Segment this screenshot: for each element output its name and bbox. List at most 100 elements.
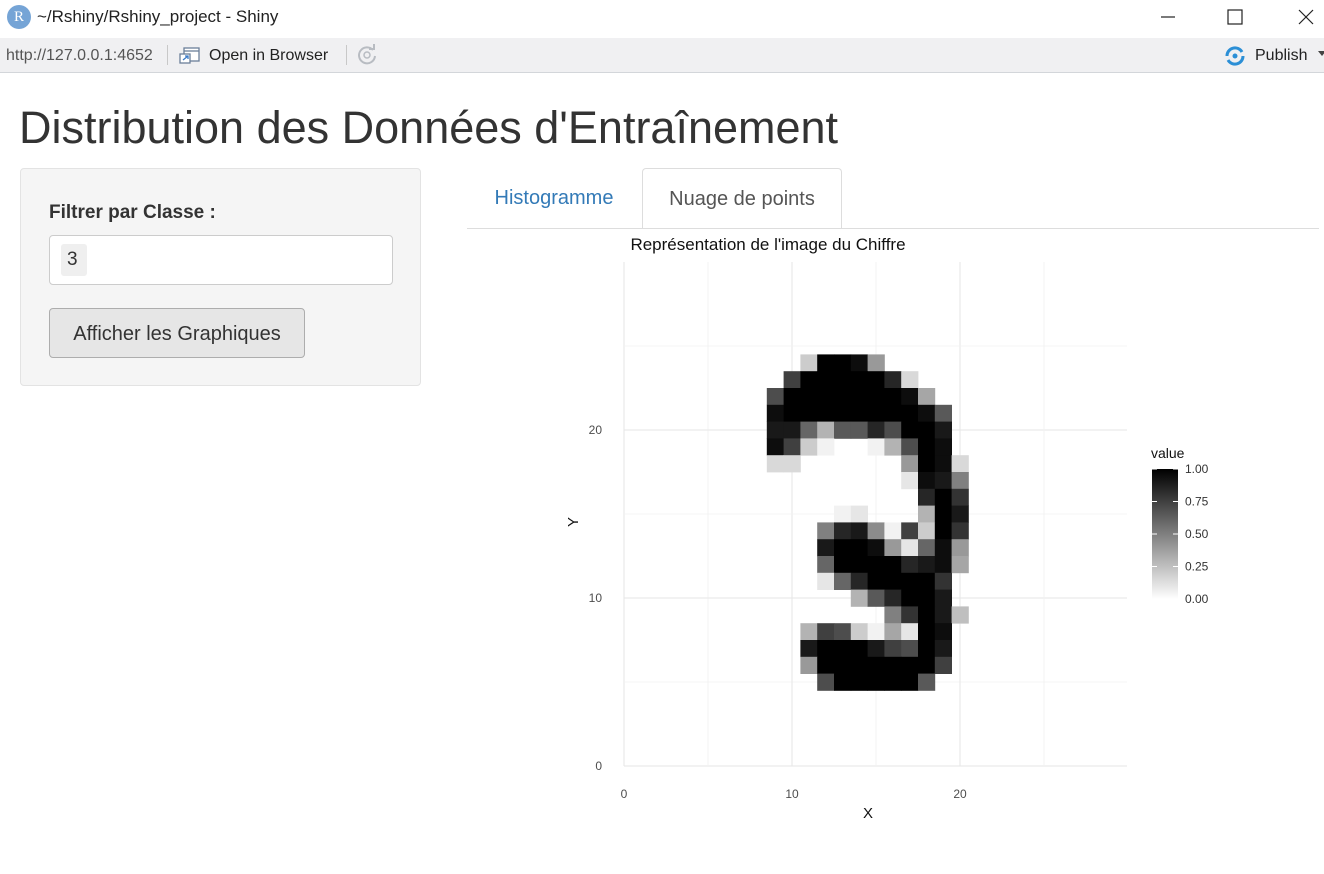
heatmap-cell [850, 623, 868, 641]
heatmap-cell [884, 371, 902, 389]
heatmap-cell [783, 388, 801, 406]
heatmap-cell [766, 455, 784, 473]
window-title: ~/Rshiny/Rshiny_project - Shiny [37, 7, 279, 26]
chart-title: Représentation de l'image du Chiffre [630, 235, 905, 254]
refresh-icon [358, 44, 376, 65]
selected-class-chip[interactable]: 3 [61, 244, 87, 276]
heatmap-cell [817, 656, 835, 674]
heatmap-cell [834, 505, 852, 523]
heatmap-cell [934, 589, 952, 607]
heatmap-cell [800, 388, 818, 406]
heatmap-cell [783, 404, 801, 422]
heatmap-cell [817, 673, 835, 691]
heatmap-cell [934, 606, 952, 624]
toolbar-divider [346, 45, 347, 65]
url-display[interactable]: http://127.0.0.1:4652 [6, 47, 153, 65]
heatmap-cell [850, 371, 868, 389]
heatmap-cell [834, 388, 852, 406]
heatmap-cell [783, 438, 801, 456]
heatmap-cell [834, 404, 852, 422]
heatmap-cell [934, 556, 952, 574]
heatmap-cell [884, 656, 902, 674]
heatmap-cell [867, 522, 885, 540]
class-select[interactable]: 3 [49, 235, 393, 285]
heatmap-cell [884, 522, 902, 540]
heatmap-cell [918, 673, 936, 691]
viewer-toolbar: http://127.0.0.1:4652 Open in Browser Pu… [0, 38, 1324, 73]
heatmap-cell [783, 455, 801, 473]
heatmap-cell [951, 522, 969, 540]
heatmap-cell [800, 438, 818, 456]
heatmap-cell [817, 539, 835, 557]
heatmap-cell [934, 539, 952, 557]
legend-title: value [1151, 445, 1185, 461]
refresh-button[interactable] [356, 44, 378, 66]
heatmap-cell [918, 623, 936, 641]
heatmap-cell [918, 404, 936, 422]
tabs-divider [467, 228, 1319, 229]
publish-dropdown-icon[interactable] [1318, 51, 1324, 56]
legend-tick-label: 0.75 [1185, 495, 1209, 509]
page-title: Distribution des Données d'Entraînement [19, 102, 839, 153]
heatmap-cell [850, 656, 868, 674]
toolbar-divider [167, 45, 168, 65]
heatmap-cell [934, 438, 952, 456]
heatmap-cell [884, 388, 902, 406]
heatmap-cell [817, 371, 835, 389]
heatmap-cell [850, 556, 868, 574]
heatmap-cell [867, 623, 885, 641]
heatmap-cell [918, 589, 936, 607]
heatmap-cell [783, 371, 801, 389]
heatmap-cell [884, 640, 902, 658]
heatmap-cell [901, 388, 919, 406]
heatmap-cell [817, 388, 835, 406]
minimize-button[interactable] [1140, 0, 1196, 34]
heatmap-cell [901, 640, 919, 658]
heatmap-cell [918, 455, 936, 473]
heatmap-cell [901, 589, 919, 607]
show-graphs-button[interactable]: Afficher les Graphiques [49, 308, 305, 358]
heatmap-cell [867, 640, 885, 658]
heatmap-cell [834, 522, 852, 540]
publish-button[interactable]: Publish [1222, 44, 1307, 68]
legend-tick-label: 1.00 [1185, 462, 1209, 476]
heatmap-cell [901, 404, 919, 422]
publish-label: Publish [1255, 47, 1308, 64]
heatmap-cell [834, 623, 852, 641]
heatmap-cell [918, 488, 936, 506]
heatmap-cell [766, 438, 784, 456]
close-button[interactable] [1278, 0, 1324, 34]
publish-icon [1225, 46, 1245, 66]
heatmap-cell [834, 539, 852, 557]
heatmap-cell [901, 606, 919, 624]
tab-nuage-de-points[interactable]: Nuage de points [642, 168, 842, 229]
heatmap-cell [867, 539, 885, 557]
y-tick-label: 10 [589, 591, 603, 605]
maximize-icon [1227, 9, 1243, 25]
heatmap-cell [850, 640, 868, 658]
x-tick-label: 0 [621, 787, 628, 801]
tab-histogramme[interactable]: Histogramme [467, 168, 641, 228]
heatmap-cell [901, 438, 919, 456]
heatmap-cell [817, 421, 835, 439]
heatmap-cell [918, 539, 936, 557]
heatmap-cell [800, 354, 818, 372]
heatmap-cell [800, 656, 818, 674]
heatmap-cell [934, 522, 952, 540]
y-tick-label: 0 [595, 759, 602, 773]
legend-tick-label: 0.00 [1185, 592, 1209, 606]
heatmap-cell [901, 421, 919, 439]
heatmap-cell [817, 640, 835, 658]
heatmap-cell [934, 640, 952, 658]
heatmap-cell [884, 539, 902, 557]
heatmap-cell [850, 354, 868, 372]
open-in-browser-button[interactable]: Open in Browser [178, 44, 328, 68]
window-title-bar: R ~/Rshiny/Rshiny_project - Shiny [0, 0, 1324, 36]
heatmap-cell [918, 640, 936, 658]
maximize-button[interactable] [1207, 0, 1263, 34]
heatmap-cell [901, 371, 919, 389]
heatmap-cell [766, 421, 784, 439]
heatmap-cell [817, 556, 835, 574]
heatmap-cell [951, 472, 969, 490]
heatmap-cell [867, 556, 885, 574]
